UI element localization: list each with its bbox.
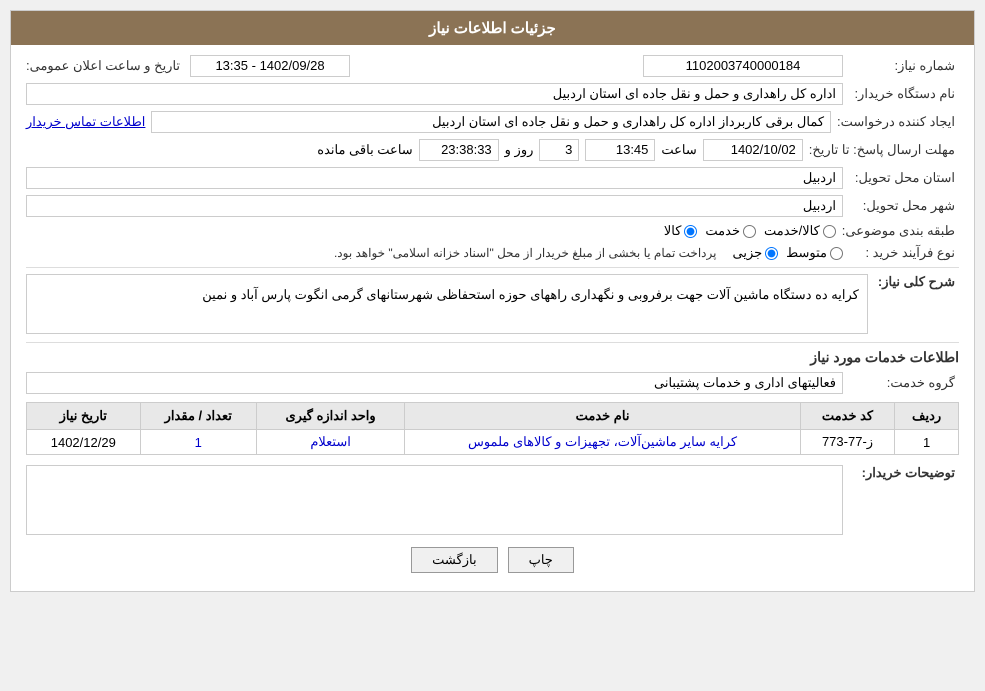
noe-farayand-label: نوع فرآیند خرید : — [849, 245, 959, 261]
baki-mande-label: ساعت باقی مانده — [317, 142, 412, 158]
col-vahed: واحد اندازه گیری — [256, 403, 404, 430]
group-khedmat-value: فعالیتهای اداری و خدمات پشتیبانی — [26, 372, 843, 394]
toseeh-textarea[interactable] — [26, 465, 843, 535]
chap-button[interactable]: چاپ — [508, 547, 574, 573]
khadamat-section-title: اطلاعات خدمات مورد نیاز — [26, 349, 959, 366]
panel-title: جزئیات اطلاعات نیاز — [11, 11, 974, 45]
baki-mande-value: 23:38:33 — [419, 139, 499, 161]
mohlat-label: مهلت ارسال پاسخ: تا تاریخ: — [809, 142, 959, 158]
radio-jozvi[interactable]: جزیی — [732, 245, 778, 261]
shahr-value: اردبیل — [26, 195, 843, 217]
nam-dastgah-label: نام دستگاه خریدار: — [849, 86, 959, 102]
col-radif: ردیف — [895, 403, 959, 430]
cell-tarikh: 1402/12/29 — [27, 430, 141, 455]
services-table: ردیف کد خدمت نام خدمت واحد اندازه گیری ت… — [26, 402, 959, 455]
cell-kod: ز-77-773 — [800, 430, 894, 455]
table-row: 1 ز-77-773 کرایه سایر ماشین‌آلات، تجهیزا… — [27, 430, 959, 455]
cell-radif: 1 — [895, 430, 959, 455]
nam-dastgah-value: اداره کل راهداری و حمل و نقل جاده ای است… — [26, 83, 843, 105]
radio-khedmat[interactable]: خدمت — [705, 223, 756, 239]
ettelaat-tamas-link[interactable]: اطلاعات تماس خریدار — [26, 114, 145, 130]
ostan-label: استان محل تحویل: — [849, 170, 959, 186]
radio-motavaset[interactable]: متوسط — [786, 245, 843, 261]
sharh-label: شرح کلی نیاز: — [878, 274, 959, 334]
cell-vahed[interactable]: استعلام — [256, 430, 404, 455]
saat-label: ساعت — [661, 142, 696, 158]
col-tedad: تعداد / مقدار — [140, 403, 256, 430]
col-kod: کد خدمت — [800, 403, 894, 430]
col-nam: نام خدمت — [405, 403, 801, 430]
shomara-value: 1102003740000184 — [643, 55, 843, 77]
cell-nam[interactable]: کرایه سایر ماشین‌آلات، تجهیزات و کالاهای… — [405, 430, 801, 455]
roz-label: روز و — [505, 142, 534, 158]
radio-kala-khedmat[interactable]: کالا/خدمت — [764, 223, 836, 239]
ostan-value: اردبیل — [26, 167, 843, 189]
roz-value: 3 — [539, 139, 579, 161]
col-tarikh: تاریخ نیاز — [27, 403, 141, 430]
toseeh-label: توضیحات خریدار: — [849, 465, 959, 481]
cell-tedad: 1 — [140, 430, 256, 455]
shomara-label: شماره نیاز: — [849, 58, 959, 74]
button-row: چاپ بازگشت — [26, 547, 959, 573]
bazgasht-button[interactable]: بازگشت — [411, 547, 497, 573]
sharh-content: کرایه ده دستگاه ماشین آلات جهت برفروبی و… — [26, 274, 868, 334]
tarikh-aalan-value: 1402/09/28 - 13:35 — [190, 55, 350, 77]
ijad-konande-value: کمال برقی کاربرداز اداره کل راهداری و حم… — [151, 111, 831, 133]
date-value: 1402/10/02 — [703, 139, 803, 161]
shahr-label: شهر محل تحویل: — [849, 198, 959, 214]
tarikh-aalan-label: تاریخ و ساعت اعلان عمومی: — [26, 58, 184, 74]
noe-notice: پرداخت تمام یا بخشی از مبلغ خریدار از مح… — [334, 246, 717, 260]
radio-kala[interactable]: کالا — [664, 223, 698, 239]
ijad-konande-label: ایجاد کننده درخواست: — [837, 114, 959, 130]
group-khedmat-label: گروه خدمت: — [849, 375, 959, 391]
tabaqeh-label: طبقه بندی موضوعی: — [842, 223, 959, 239]
saat-value: 13:45 — [585, 139, 655, 161]
